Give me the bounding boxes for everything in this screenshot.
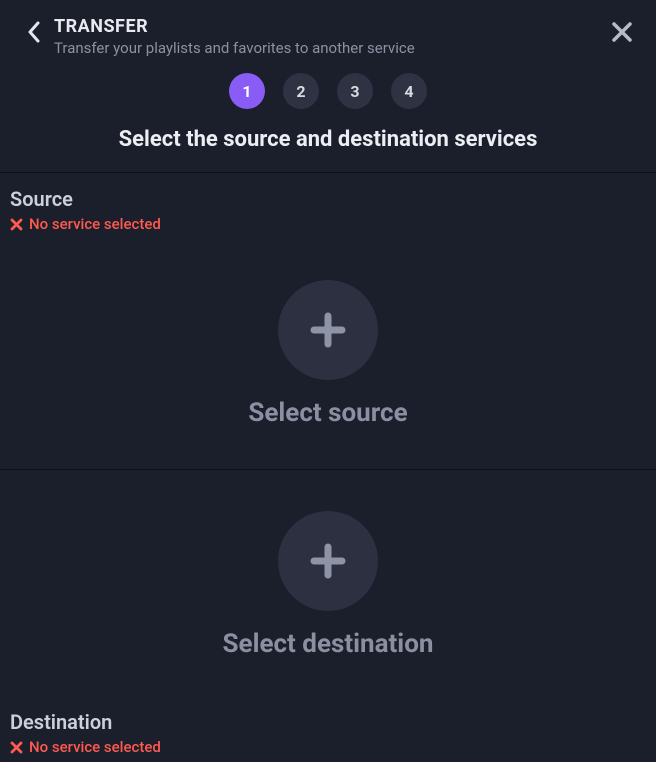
transfer-modal: TRANSFER Transfer your playlists and fav… (0, 0, 656, 762)
select-source-button[interactable]: Select source (0, 239, 656, 469)
plus-icon (306, 539, 350, 583)
plus-circle (278, 511, 378, 611)
x-icon (10, 741, 23, 754)
step-3[interactable]: 3 (337, 73, 373, 109)
destination-error: No service selected (10, 738, 646, 756)
select-destination-label: Select destination (223, 629, 434, 659)
select-source-label: Select source (248, 398, 407, 428)
select-destination-button[interactable]: Select destination (0, 470, 656, 700)
step-subtitle: Select the source and destination servic… (0, 127, 656, 152)
source-title: Source (10, 187, 646, 211)
header-text: TRANSFER Transfer your playlists and fav… (54, 16, 608, 57)
step-indicator: 1 2 3 4 (0, 73, 656, 109)
chevron-left-icon (27, 21, 41, 43)
destination-section-header: Destination No service selected (0, 700, 656, 762)
x-icon (10, 218, 23, 231)
source-error-text: No service selected (29, 215, 161, 233)
page-subtitle: Transfer your playlists and favorites to… (54, 39, 608, 57)
destination-title: Destination (10, 710, 646, 734)
close-icon (611, 21, 633, 43)
page-title: TRANSFER (54, 16, 608, 37)
step-2[interactable]: 2 (283, 73, 319, 109)
close-button[interactable] (608, 18, 636, 46)
back-button[interactable] (20, 18, 48, 46)
modal-header: TRANSFER Transfer your playlists and fav… (0, 0, 656, 67)
step-1[interactable]: 1 (229, 73, 265, 109)
plus-circle (278, 280, 378, 380)
destination-error-text: No service selected (29, 738, 161, 756)
plus-icon (306, 308, 350, 352)
source-error: No service selected (10, 215, 646, 233)
step-4[interactable]: 4 (391, 73, 427, 109)
source-section-header: Source No service selected (0, 173, 656, 239)
